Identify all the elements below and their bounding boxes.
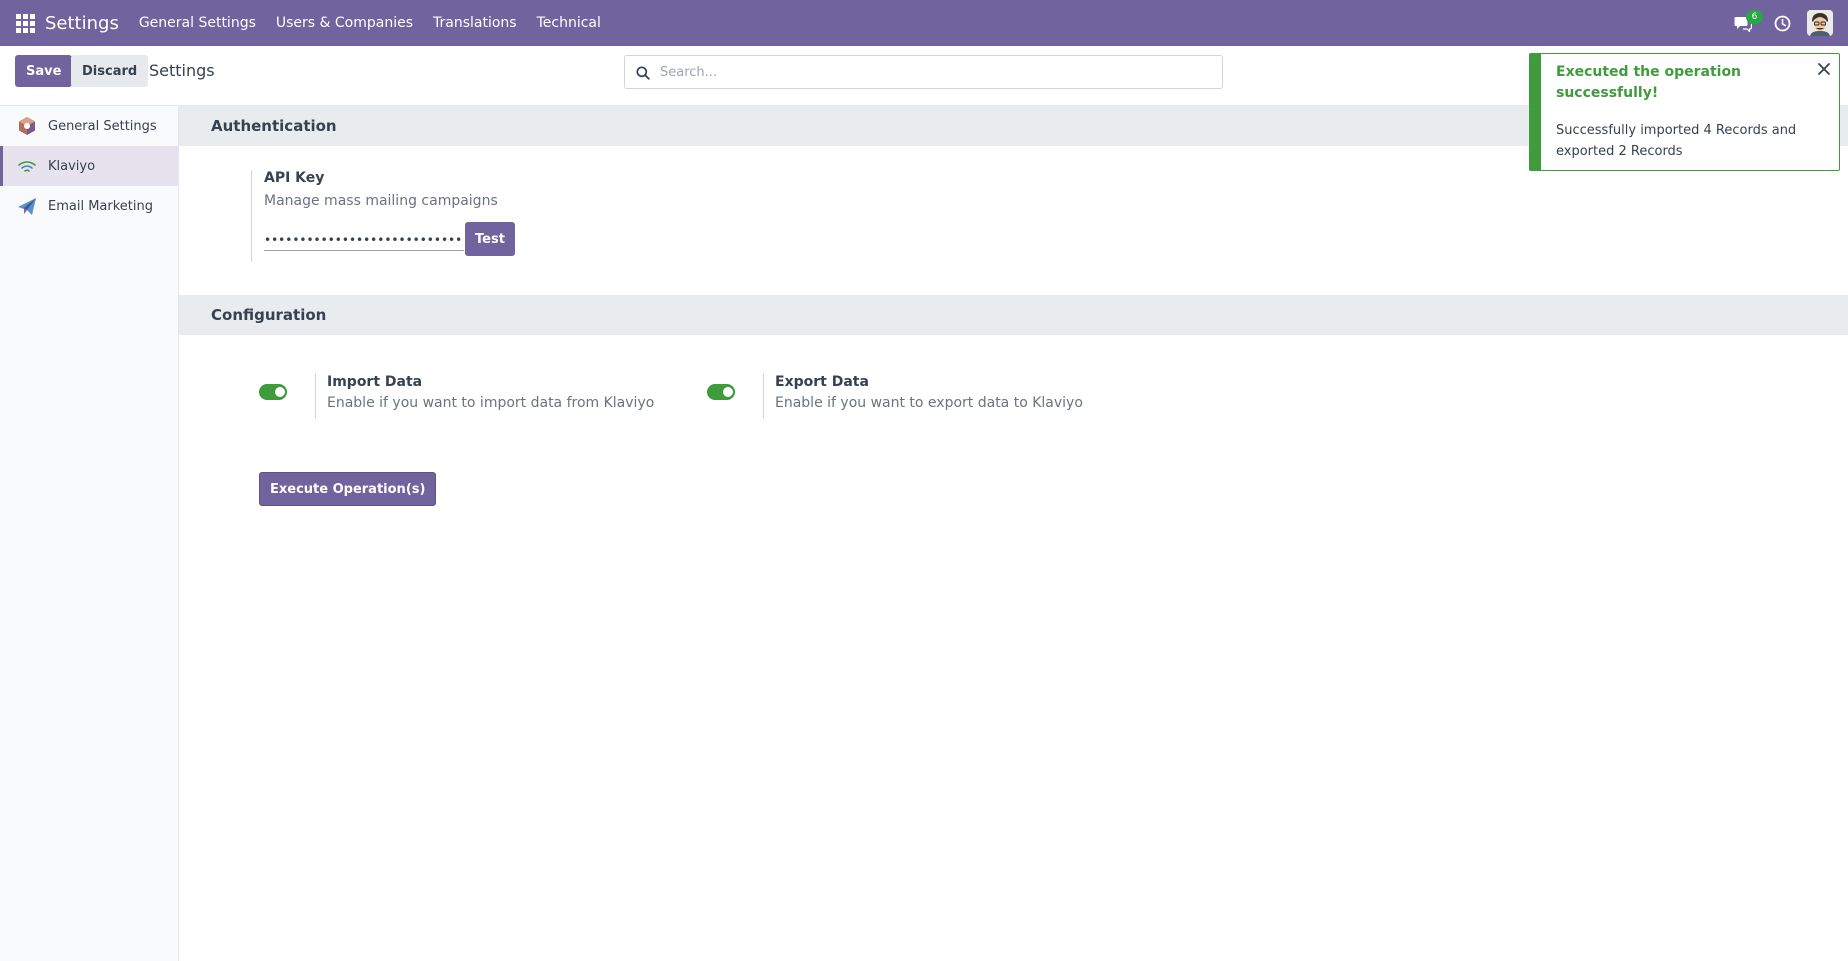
import-data-setting: Import Data Enable if you want to import… (315, 374, 654, 418)
nav-users-companies[interactable]: Users & Companies (276, 15, 413, 31)
sidebar-item-email-marketing[interactable]: Email Marketing (0, 186, 178, 226)
export-data-label: Export Data (775, 374, 869, 390)
api-key-input[interactable] (264, 229, 464, 251)
import-data-toggle[interactable] (259, 384, 287, 400)
search-box[interactable] (624, 55, 1223, 89)
search-icon (636, 66, 650, 80)
notification-message: Successfully imported 4 Records and expo… (1556, 123, 1797, 159)
paper-plane-icon (17, 196, 37, 216)
api-key-label: API Key (264, 170, 325, 186)
nav-technical[interactable]: Technical (537, 15, 601, 31)
test-button[interactable]: Test (465, 222, 515, 256)
api-key-row: Test (264, 222, 515, 256)
nav-general-settings[interactable]: General Settings (139, 15, 256, 31)
sidebar-item-label: Email Marketing (48, 198, 153, 214)
api-key-setting: API Key Manage mass mailing campaigns Te… (251, 170, 515, 262)
sidebar-item-label: General Settings (48, 118, 157, 134)
settings-sidebar: General Settings Klaviyo Email Marketing (0, 106, 179, 961)
export-data-toggle[interactable] (707, 384, 735, 400)
discard-button[interactable]: Discard (71, 55, 149, 87)
clock-icon[interactable] (1774, 15, 1791, 32)
settings-hexagon-icon (17, 116, 37, 136)
app-brand[interactable]: Settings (45, 13, 119, 34)
notification-title: Executed the operation successfully! (1556, 64, 1742, 101)
import-data-label: Import Data (327, 374, 423, 390)
settings-main: Authentication API Key Manage mass maili… (179, 106, 1848, 961)
api-key-help: Manage mass mailing campaigns (264, 193, 498, 209)
klaviyo-wave-icon (17, 156, 37, 176)
sidebar-item-label: Klaviyo (48, 158, 96, 174)
close-icon[interactable] (1817, 62, 1831, 76)
nav-translations[interactable]: Translations (433, 15, 517, 31)
sidebar-item-klaviyo[interactable]: Klaviyo (0, 146, 178, 186)
search-input[interactable] (660, 56, 1215, 88)
section-title: Configuration (211, 306, 327, 324)
section-title: Authentication (211, 117, 337, 135)
configuration-header: Configuration (179, 295, 1848, 335)
chat-count-badge: 6 (1746, 10, 1763, 24)
execute-operations-button[interactable]: Execute Operation(s) (259, 472, 437, 506)
success-notification: Executed the operation successfully! Suc… (1529, 53, 1840, 171)
export-data-help: Enable if you want to export data to Kla… (775, 395, 1083, 411)
page-title: Settings (149, 61, 215, 80)
save-button[interactable]: Save (15, 55, 73, 87)
chat-icon[interactable]: 6 (1734, 10, 1763, 34)
import-data-help: Enable if you want to import data from K… (327, 395, 655, 411)
apps-grid-icon[interactable] (16, 13, 35, 33)
navbar-systray: 6 (1734, 0, 1848, 46)
export-data-setting: Export Data Enable if you want to export… (763, 374, 1083, 418)
user-avatar[interactable] (1807, 10, 1833, 36)
sidebar-item-general-settings[interactable]: General Settings (0, 106, 178, 146)
top-navbar: Settings General Settings Users & Compan… (0, 0, 1848, 46)
